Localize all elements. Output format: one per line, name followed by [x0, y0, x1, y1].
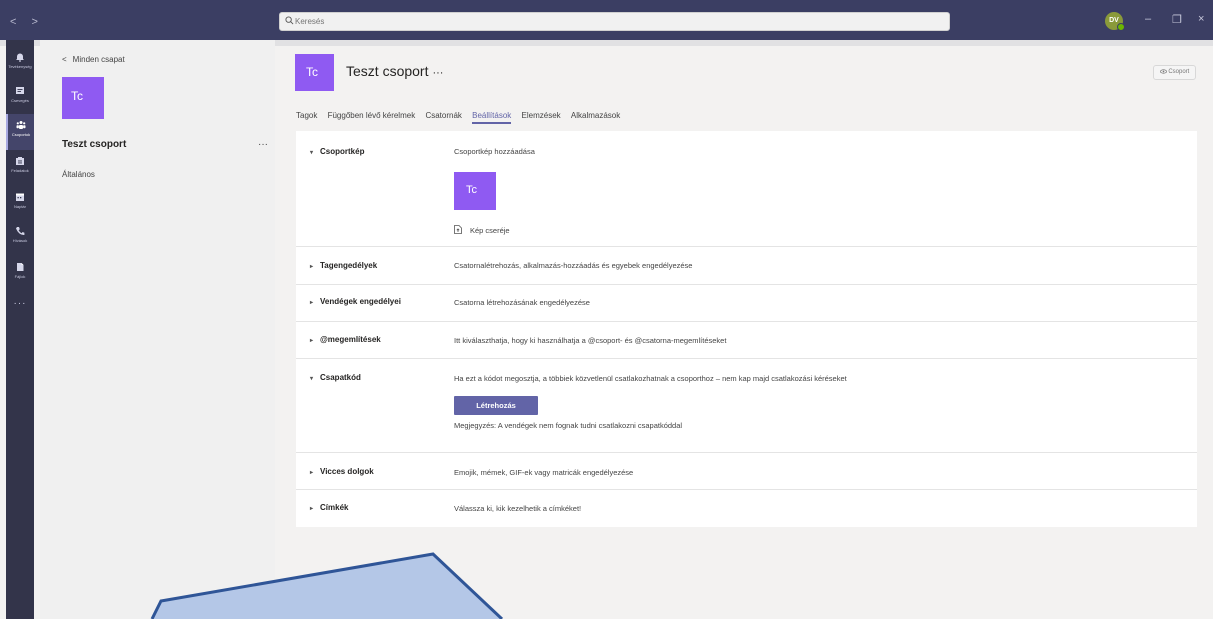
section-title: Vicces dolgok [320, 467, 374, 476]
section-toggle-guest-permissions[interactable]: ▸ Vendégek engedélyei [310, 297, 401, 306]
section-title: Csapatkód [320, 373, 361, 382]
settings-section-mentions: ▸ @megemlítések Itt kiválaszthatja, hogy … [296, 322, 1197, 359]
back-label: Minden csapat [72, 55, 125, 64]
section-title: Vendégek engedélyei [320, 297, 401, 306]
team-code-note: Megjegyzés: A vendégek nem fognak tudni … [454, 421, 683, 430]
history-nav-arrows[interactable]: < > [10, 16, 44, 28]
team-name[interactable]: Teszt csoport [62, 139, 126, 150]
tab-channels[interactable]: Csatornák [425, 111, 461, 120]
team-picture-preview: Tc [454, 172, 496, 210]
eye-icon [1159, 68, 1167, 74]
section-toggle-team-code[interactable]: ▾ Csapatkód [310, 373, 361, 382]
search-icon [285, 16, 294, 25]
rail-item-label: Tevékenység [8, 64, 32, 69]
team-title: Teszt csoport [346, 63, 429, 79]
phone-icon [16, 227, 25, 236]
section-toggle-team-picture[interactable]: ▾ Csoportkép [310, 147, 364, 156]
calendar-icon [16, 193, 24, 201]
section-description: Válassza ki, kik kezelhetik a címkéket! [454, 504, 582, 513]
rail-item-teams[interactable]: Csoportok [6, 114, 34, 150]
caret-down-icon: ▾ [310, 150, 314, 156]
search-box[interactable] [279, 12, 950, 31]
caret-right-icon: ▸ [310, 300, 314, 306]
title-more-options[interactable]: ··· [432, 67, 443, 79]
section-description: Emojik, mémek, GIF-ek vagy matricák enge… [454, 468, 634, 477]
rail-item-label: Fájlok [14, 274, 26, 279]
section-title: Címkék [320, 503, 349, 512]
section-description: Csatornalétrehozás, alkalmazás-hozzáadás… [454, 261, 693, 270]
settings-section-member-permissions: ▸ Tagengedélyek Csatornalétrehozás, alkal… [296, 247, 1197, 285]
section-title: Tagengedélyek [320, 261, 378, 270]
settings-section-guest-permissions: ▸ Vendégek engedélyei Csatorna létrehozás… [296, 285, 1197, 322]
change-picture-link[interactable]: Kép cseréje [454, 225, 510, 235]
caret-right-icon: ▸ [310, 506, 314, 512]
tab-apps[interactable]: Alkalmazások [571, 111, 620, 120]
team-button-label: Csoport [1168, 69, 1190, 75]
channel-item-general[interactable]: Általános [62, 170, 95, 179]
section-title: Csoportkép [320, 147, 365, 156]
search-input[interactable] [295, 15, 935, 28]
section-toggle-mentions[interactable]: ▸ @megemlítések [310, 335, 381, 344]
rail-item-assignments[interactable]: Feladatok [6, 150, 34, 186]
close-button[interactable]: × [1198, 13, 1204, 25]
rail-item-label: Feladatok [11, 168, 29, 173]
rail-item-activity[interactable]: Tevékenység [6, 46, 34, 82]
caret-right-icon: ▸ [310, 338, 314, 344]
team-avatar: Tc [62, 77, 104, 119]
settings-section-tags: ▸ Címkék Válassza ki, kik kezelhetik a cí… [296, 490, 1197, 527]
tab-settings[interactable]: Beállítások [472, 111, 512, 124]
app-rail: Tevékenység Csevegés Csoportok Feladatok… [6, 40, 34, 619]
section-description: Itt kiválaszthatja, hogy ki használhatja… [454, 336, 727, 345]
section-title: @megemlítések [320, 335, 381, 344]
rail-item-calendar[interactable]: Naptár [6, 186, 34, 222]
bell-icon [16, 53, 24, 62]
section-description: Csoportkép hozzáadása [454, 147, 535, 156]
settings-panel: ▾ Csoportkép Csoportkép hozzáadása Tc Kép… [296, 131, 1197, 527]
team-more-options[interactable]: ··· [258, 139, 268, 150]
back-to-all-teams[interactable]: < Minden csapat [62, 55, 125, 64]
section-toggle-tags[interactable]: ▸ Címkék [310, 503, 348, 512]
page-title: Teszt csoport ··· [346, 63, 443, 79]
section-toggle-member-permissions[interactable]: ▸ Tagengedélyek [310, 261, 377, 270]
rail-item-files[interactable]: Fájlok [6, 256, 34, 292]
rail-item-label: Naptár [13, 204, 26, 209]
more-apps-button[interactable]: ··· [6, 298, 34, 309]
minimize-button[interactable]: – [1145, 13, 1151, 25]
tab-bar: Tagok Függőben lévő kérelmek Csatornák B… [296, 111, 628, 125]
settings-section-fun-stuff: ▸ Vicces dolgok Emojik, mémek, GIF-ek vag… [296, 453, 1197, 490]
section-toggle-fun-stuff[interactable]: ▸ Vicces dolgok [310, 467, 374, 476]
user-avatar[interactable]: DV [1105, 12, 1125, 31]
user-avatar-initials: DV [1109, 17, 1119, 24]
presence-available-icon [1117, 23, 1125, 31]
create-team-code-button[interactable]: Létrehozás [454, 396, 538, 415]
chat-icon [16, 87, 24, 94]
rail-item-chat[interactable]: Csevegés [6, 80, 34, 116]
rail-item-label: Hívások [12, 238, 28, 243]
settings-section-team-picture: ▾ Csoportkép Csoportkép hozzáadása Tc Kép… [296, 131, 1197, 247]
files-icon [17, 263, 24, 271]
teams-icon [16, 121, 26, 129]
section-description: Csatorna létrehozásának engedélyezése [454, 298, 590, 307]
caret-right-icon: ▸ [310, 470, 314, 476]
rail-item-label: Csevegés [11, 98, 29, 103]
maximize-button[interactable]: ❐ [1172, 13, 1182, 26]
caret-down-icon: ▾ [310, 376, 314, 382]
settings-section-team-code: ▾ Csapatkód Ha ezt a kódot megosztja, a t… [296, 359, 1197, 453]
tab-members[interactable]: Tagok [296, 111, 317, 120]
team-header-avatar: Tc [295, 54, 334, 91]
title-bar: < > DV – ❐ × [0, 0, 1213, 40]
tab-analytics[interactable]: Elemzések [522, 111, 561, 120]
team-panel: < Minden csapat Tc Teszt csoport ··· Álta… [40, 40, 275, 619]
tab-pending-requests[interactable]: Függőben lévő kérelmek [328, 111, 416, 120]
change-picture-label: Kép cseréje [470, 226, 510, 235]
rail-item-calls[interactable]: Hívások [6, 220, 34, 256]
assignments-icon [16, 157, 24, 165]
chevron-left-icon: < [62, 55, 67, 64]
team-button[interactable]: Csoport [1153, 65, 1196, 80]
rail-item-label: Csoportok [11, 132, 31, 137]
teams-window: < > DV – ❐ × Tevékenység Csevegés Csopor… [0, 0, 1213, 619]
section-description: Ha ezt a kódot megosztja, a többiek közv… [454, 374, 847, 383]
upload-image-icon [454, 225, 462, 234]
caret-right-icon: ▸ [310, 264, 314, 270]
